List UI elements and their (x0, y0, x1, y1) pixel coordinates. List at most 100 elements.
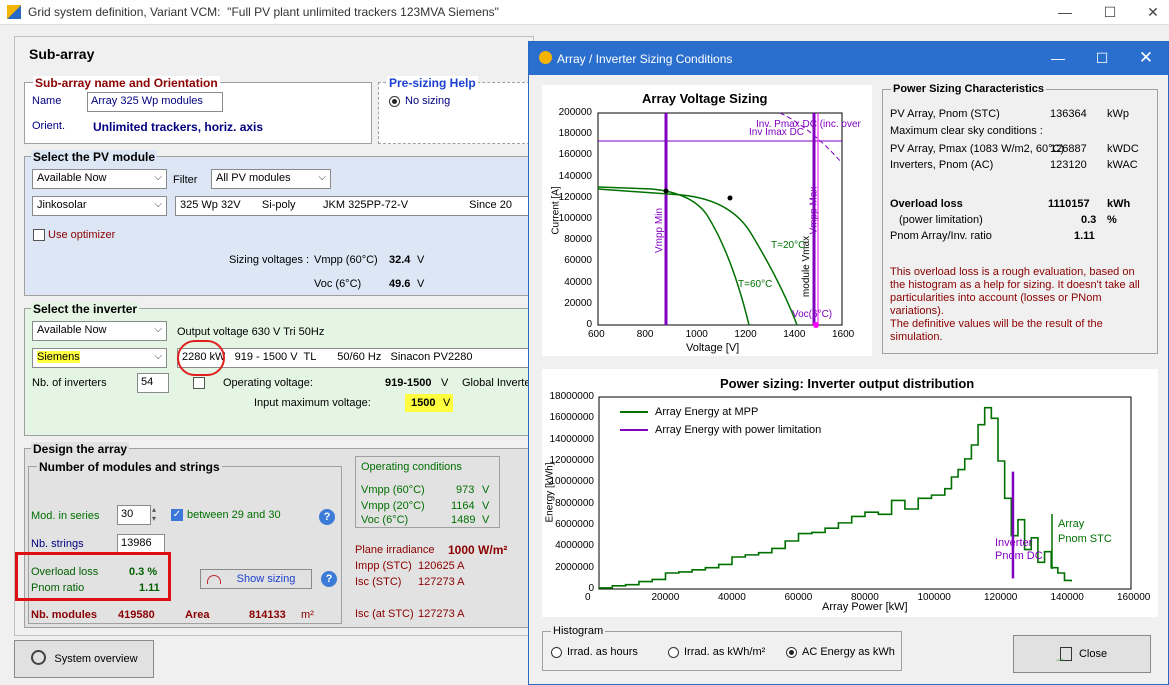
array-pnom-annotation: Array Pnom STC (1058, 518, 1112, 545)
clear-sky-label: Maximum clear sky conditions : (890, 125, 1043, 137)
op-row-2-value: 1164 (451, 500, 475, 512)
pv-module-select[interactable]: 325 Wp 32V Si-poly JKM 325PP-72-V Since … (175, 196, 531, 216)
subarray-header: Sub-array (29, 46, 95, 62)
system-overview-button[interactable]: System overview (14, 640, 154, 678)
power-ytick: 2000000 (555, 561, 594, 573)
irrad-kwh-label: Irrad. as kWh/m² (684, 646, 766, 658)
mod-series-label: Mod. in series (31, 510, 100, 522)
dialog-close-button[interactable]: ✕ (1131, 48, 1161, 68)
ac-energy-label: AC Energy as kWh (802, 646, 895, 658)
close-window-button[interactable]: ✕ (1138, 2, 1168, 22)
name-input[interactable]: Array 325 Wp modules (87, 92, 223, 112)
dialog-minimize-button[interactable]: — (1043, 48, 1073, 68)
inverter-model-select[interactable]: 2280 kW 919 - 1500 V TL 50/60 Hz Sinacon… (177, 348, 533, 368)
pv-pmax-label: PV Array, Pmax (1083 W/m2, 60°C) (890, 143, 1065, 155)
help-icon-sizing[interactable]: ? (321, 571, 337, 587)
help-icon-series[interactable]: ? (319, 509, 335, 525)
optimizer-checkbox[interactable] (33, 229, 45, 241)
pv-pmax-value: 126887 (1050, 143, 1087, 155)
ac-energy-radio[interactable] (786, 647, 797, 658)
plane-irradiance-value: 1000 W/m² (448, 543, 508, 557)
power-ytick: 16000000 (549, 412, 595, 424)
voltage-ytick: 20000 (564, 297, 592, 309)
power-ytick: 14000000 (549, 433, 595, 445)
inv-pnom-label: Inverters, Pnom (AC) (890, 159, 994, 171)
maximize-button[interactable]: ☐ (1095, 2, 1125, 22)
irrad-kwh-radio[interactable] (668, 647, 679, 658)
power-xtick: 120000 (984, 592, 1018, 603)
inverter-group: Select the inverter Available Now ⌵ Outpu… (24, 302, 533, 436)
irrad-hours-radio[interactable] (551, 647, 562, 658)
voltage-ytick: 120000 (558, 191, 592, 203)
voltage-ytick: 40000 (564, 276, 592, 288)
overload-loss-unit: kWh (1107, 198, 1131, 210)
filter-label: Filter (173, 174, 198, 186)
nb-strings-input[interactable]: 13986 (117, 534, 165, 554)
power-ytick: 4000000 (555, 540, 594, 552)
name-orientation-title: Sub-array name and Orientation (33, 76, 220, 90)
overload-loss-label: Overload loss (890, 198, 963, 210)
op-row-2-label: Vmpp (20°C) (361, 500, 425, 512)
op-row-1-label: Vmpp (60°C) (361, 484, 425, 496)
operating-voltage-unit: V (441, 377, 449, 389)
between-label: between 29 and 30 (187, 509, 281, 521)
op-row-3-unit: V (482, 514, 490, 526)
power-ytick: 12000000 (549, 455, 595, 466)
voltage-ytick: 100000 (558, 213, 592, 224)
vmpp-label: Vmpp (60°C) (314, 254, 378, 266)
voltage-xtick: 1000 (685, 329, 708, 340)
power-limitation-value: 0.3 (1081, 214, 1097, 226)
dialog-maximize-button[interactable]: ☐ (1087, 48, 1117, 68)
mod-series-spinner[interactable]: ▴ ▾ (152, 505, 156, 523)
pv-manufacturer-select[interactable]: Jinkosolar ⌵ (32, 196, 167, 216)
inverter-manufacturer-select[interactable]: Siemens ⌵ (32, 348, 167, 368)
isc-at-label: Isc (at STC) (355, 608, 414, 620)
pv-pmax-unit: kWDC (1107, 143, 1139, 155)
input-max-voltage-label: Input maximum voltage: (254, 397, 371, 409)
power-xtick: 80000 (851, 592, 879, 603)
between-checkbox[interactable]: ✓ (171, 509, 183, 521)
magnifier-icon (31, 650, 46, 665)
vmpp-min-label: Vmpp Min (654, 207, 666, 254)
show-sizing-button[interactable]: Show sizing (200, 569, 312, 589)
design-title: Design the array (31, 442, 130, 456)
filter-select[interactable]: All PV modules ⌵ (211, 169, 331, 189)
pv-availability-select[interactable]: Available Now ⌵ (32, 169, 167, 189)
output-voltage-label: Output voltage 630 V Tri 50Hz (177, 326, 325, 338)
dialog-app-icon (539, 51, 552, 64)
t60-label: T=60°C (738, 279, 773, 290)
power-xtick: 160000 (1117, 592, 1151, 603)
mod-series-input[interactable]: 30 (117, 505, 151, 525)
no-sizing-radio[interactable] (389, 96, 400, 107)
chart-icon (207, 575, 221, 584)
area-label: Area (185, 609, 210, 621)
nb-strings-label: Nb. strings (31, 538, 84, 550)
minimize-button[interactable]: — (1050, 2, 1080, 22)
power-ytick: 0 (588, 583, 594, 594)
inverter-checkbox[interactable] (193, 377, 205, 389)
pv-module-title: Select the PV module (31, 150, 158, 164)
inv-pnom-unit: kWAC (1107, 159, 1138, 171)
power-xtick: 20000 (651, 592, 680, 603)
red-box-annotation (15, 552, 171, 601)
close-button[interactable]: → Close (1013, 635, 1151, 673)
sizing-dialog: Array / Inverter Sizing Conditions — ☐ ✕… (528, 41, 1169, 685)
characteristics-title: Power Sizing Characteristics (891, 83, 1046, 95)
power-xtick: 100000 (917, 592, 951, 603)
dialog-title: Array / Inverter Sizing Conditions (557, 52, 733, 66)
voc-unit: V (417, 278, 425, 290)
inv-pnom-value: 123120 (1050, 159, 1087, 171)
histogram-group: Histogram Irrad. as hours Irrad. as kWh/… (542, 625, 902, 671)
voltage-xtick: 800 (636, 329, 654, 340)
operating-voltage-label: Operating voltage: (223, 377, 313, 389)
vmpp-value: 32.4 (389, 254, 411, 266)
power-limitation-unit: % (1107, 214, 1117, 226)
optimizer-label: Use optimizer (48, 229, 116, 241)
nb-inverters-input[interactable]: 54 (137, 373, 169, 393)
input-max-voltage-unit: V (443, 397, 451, 409)
inverter-availability-select[interactable]: Available Now ⌵ (32, 321, 167, 341)
isc-label: Isc (STC) (355, 576, 402, 588)
op-row-3-value: 1489 (451, 514, 476, 526)
input-max-voltage-value: 1500 (411, 397, 436, 409)
power-ylabel: Energy [kWh] (544, 462, 556, 523)
